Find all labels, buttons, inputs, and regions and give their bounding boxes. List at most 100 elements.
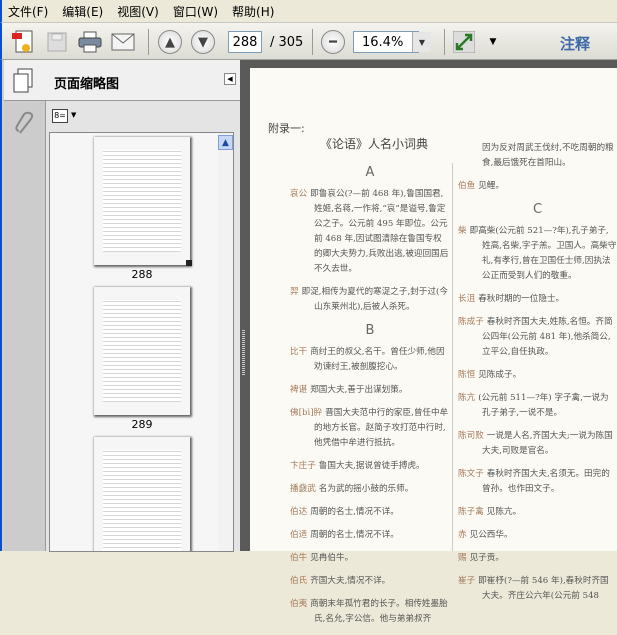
scroll-up-icon[interactable]: ▲ bbox=[218, 135, 233, 150]
dictionary-entry: 伯鱼 见鲤。 bbox=[458, 179, 617, 194]
entry-name: 伯牛 bbox=[290, 553, 308, 563]
dictionary-entry: 伯氏 齐国大夫,情况不详。 bbox=[290, 574, 450, 589]
save-button[interactable] bbox=[44, 29, 70, 55]
entry-name: 羿 bbox=[290, 287, 299, 297]
zoom-out-button[interactable]: ━ bbox=[320, 29, 346, 55]
zoom-input[interactable]: 16.4% bbox=[353, 31, 419, 53]
entry-text: 晋国大夫范中行的家臣,曾任中牟的地方长官。赵简子攻打范中行时,他凭借中牟进行抵抗… bbox=[314, 408, 449, 448]
entry-text: 即浞,相传为夏代的寒浞之子,封于过(今山东莱州北),后被人杀死。 bbox=[301, 287, 448, 312]
dictionary-entry: 陈恒 见陈成子。 bbox=[458, 368, 617, 383]
page-title: 《论语》人名小词典 bbox=[320, 137, 429, 151]
printer-icon bbox=[78, 31, 102, 53]
entry-text: 一说是人名,齐国大夫;一说为陈国大夫,司败是官名。 bbox=[482, 431, 613, 456]
panel-tab-strip bbox=[4, 101, 46, 551]
save-icon bbox=[47, 32, 67, 52]
page-total: / 305 bbox=[270, 35, 304, 50]
entry-name: 伯鱼 bbox=[458, 181, 476, 191]
dictionary-entry: 比干 商纣王的叔父,名干。曾任少师,他因劝谏纣王,被剖腹挖心。 bbox=[290, 345, 450, 375]
menu-edit[interactable]: 编辑(E) bbox=[56, 3, 111, 20]
entry-name: 赐 bbox=[458, 553, 467, 563]
list-options-icon: 8= bbox=[54, 111, 66, 120]
thumbnail-resize-handle[interactable] bbox=[186, 260, 192, 266]
entry-text: 见陈亢。 bbox=[486, 507, 522, 517]
chevron-down-icon: ▼ bbox=[489, 37, 497, 47]
create-pdf-button[interactable] bbox=[10, 29, 36, 55]
dictionary-entry: 伯适 周朝的名士,情况不详。 bbox=[290, 528, 450, 543]
entry-text: 即高柴(公元前 521—?年),孔子弟子,姓高,名柴,字子羔。卫国人。高柴守礼,… bbox=[469, 226, 617, 281]
previous-page-button[interactable]: ▲ bbox=[157, 29, 183, 55]
page-number-input[interactable]: 288 bbox=[228, 31, 262, 53]
entry-name: 陈恒 bbox=[458, 370, 476, 380]
chevron-down-icon: ▼ bbox=[71, 111, 77, 119]
entry-text: 见公西华。 bbox=[469, 530, 513, 540]
entry-name: 佛[bì]肸 bbox=[290, 408, 323, 418]
fit-page-button[interactable] bbox=[451, 29, 477, 55]
minus-icon: ━ bbox=[321, 30, 345, 54]
entry-name: 崔子 bbox=[458, 576, 476, 586]
thumbnail-label: 289 bbox=[131, 418, 153, 431]
dictionary-entry: 佛[bì]肸 晋国大夫范中行的家臣,曾任中牟的地方长官。赵简子攻打范中行时,他凭借… bbox=[290, 406, 450, 451]
appendix-label: 附录一: bbox=[268, 122, 305, 135]
thumbnail-list: 288 289 ▲ bbox=[49, 132, 234, 552]
page-thumbnail-289[interactable] bbox=[93, 286, 191, 416]
dictionary-entry: 伯达 周朝的名士,情况不详。 bbox=[290, 505, 450, 520]
dictionary-entry: 伯牛 见冉伯牛。 bbox=[290, 551, 450, 566]
entry-name: 比干 bbox=[290, 347, 308, 357]
dictionary-entry: 陈亢 (公元前 511—?年) 字子禽,一说为孔子弟子,一说不是。 bbox=[458, 391, 617, 421]
collapse-panel-button[interactable]: ◀ bbox=[224, 73, 236, 85]
entry-text: 见子贡。 bbox=[469, 553, 504, 563]
dictionary-entry: 柴即高柴(公元前 521—?年),孔子弟子,姓高,名柴,字子羔。卫国人。高柴守礼… bbox=[458, 224, 617, 284]
next-page-button[interactable]: ▼ bbox=[190, 29, 216, 55]
entry-text: 见鲤。 bbox=[478, 181, 504, 191]
dictionary-entry: 因为反对周武王伐纣,不吃周朝的粮食,最后饿死在首阳山。 bbox=[458, 141, 617, 171]
entry-text: 鲁国大夫,据说曾徒手搏虎。 bbox=[318, 461, 425, 471]
dictionary-entry: 赐见子贡。 bbox=[458, 551, 617, 566]
splitter-grip[interactable] bbox=[242, 330, 245, 375]
entry-text: 春秋时齐国大夫,名须无。田完的曾孙。也作田文子。 bbox=[482, 469, 610, 494]
menu-view[interactable]: 视图(V) bbox=[111, 3, 167, 20]
menu-help[interactable]: 帮助(H) bbox=[226, 3, 282, 20]
zoom-dropdown-button[interactable]: ▼ bbox=[412, 32, 431, 52]
dictionary-entry: 播鼗武 名为武的摇小鼓的乐师。 bbox=[290, 482, 450, 497]
entry-name: 陈文子 bbox=[458, 469, 484, 479]
section-letter: C bbox=[532, 202, 543, 217]
print-button[interactable] bbox=[77, 29, 103, 55]
dictionary-entry: 裨谌 郑国大夫,善于出谋划策。 bbox=[290, 383, 450, 398]
document-view[interactable]: 附录一: 《论语》人名小词典 A 哀公 即鲁哀公(?—前 468 年),鲁国国君,姓… bbox=[248, 60, 617, 624]
envelope-icon bbox=[111, 33, 135, 51]
thumbnail-label: 288 bbox=[131, 268, 153, 281]
menu-file[interactable]: 文件(F) bbox=[2, 3, 56, 20]
entry-text: 因为反对周武王伐纣,不吃周朝的粮食,最后饿死在首阳山。 bbox=[482, 143, 614, 168]
dictionary-entry: 赤见公西华。 bbox=[458, 528, 617, 543]
column-divider bbox=[452, 163, 453, 551]
entry-text: 即崔杼(?—前 546 年),春秋时齐国大夫。齐庄公六年(公元前 548 bbox=[478, 576, 609, 601]
dictionary-entry: 陈子禽 见陈亢。 bbox=[458, 505, 617, 520]
entry-name: 播鼗武 bbox=[290, 484, 316, 494]
entry-name: 裨谌 bbox=[290, 385, 308, 395]
page-thumbnail-288[interactable] bbox=[93, 136, 191, 266]
thumbnail-options-button[interactable]: 8= bbox=[52, 109, 68, 123]
dictionary-entry: 崔子 即崔杼(?—前 546 年),春秋时齐国大夫。齐庄公六年(公元前 548 bbox=[458, 574, 617, 604]
page-thumbnail-290[interactable] bbox=[93, 436, 191, 551]
pdf-page: 附录一: 《论语》人名小词典 A 哀公 即鲁哀公(?—前 468 年),鲁国国君,姓… bbox=[250, 68, 617, 624]
entry-name: 伯适 bbox=[290, 530, 308, 540]
entry-text: 齐国大夫,情况不详。 bbox=[310, 576, 391, 586]
expand-icon bbox=[453, 31, 475, 53]
entry-text: 周朝的名士,情况不详。 bbox=[310, 507, 399, 517]
dictionary-entry: 伯夷 商朝末年孤竹君的长子。相传姓墨胎氏,名允,字公信。他与弟弟叔齐 bbox=[290, 597, 450, 627]
entry-name: 陈亢 bbox=[458, 393, 476, 403]
thumbnail-scrollbar[interactable]: ▲ bbox=[218, 133, 233, 551]
dictionary-entry: 羿即浞,相传为夏代的寒浞之子,封于过(今山东莱州北),后被人杀死。 bbox=[290, 285, 450, 315]
attachment-paperclip-icon[interactable] bbox=[14, 111, 36, 137]
dictionary-entry: 哀公 即鲁哀公(?—前 468 年),鲁国国君,姓姬,名蒋,一作将,“哀”是谥号,… bbox=[290, 187, 450, 277]
arrow-up-icon: ▲ bbox=[158, 30, 182, 54]
panel-splitter[interactable] bbox=[240, 60, 248, 551]
comment-button[interactable]: 注释 bbox=[560, 33, 590, 54]
entry-text: 商朝末年孤竹君的长子。相传姓墨胎氏,名允,字公信。他与弟弟叔齐 bbox=[310, 599, 448, 624]
email-button[interactable] bbox=[110, 29, 136, 55]
entry-name: 伯夷 bbox=[290, 599, 308, 609]
create-document-icon bbox=[12, 30, 33, 53]
toolbar-options-button[interactable]: ▼ bbox=[480, 29, 506, 55]
menu-window[interactable]: 窗口(W) bbox=[167, 3, 226, 20]
entry-name: 伯达 bbox=[290, 507, 308, 517]
